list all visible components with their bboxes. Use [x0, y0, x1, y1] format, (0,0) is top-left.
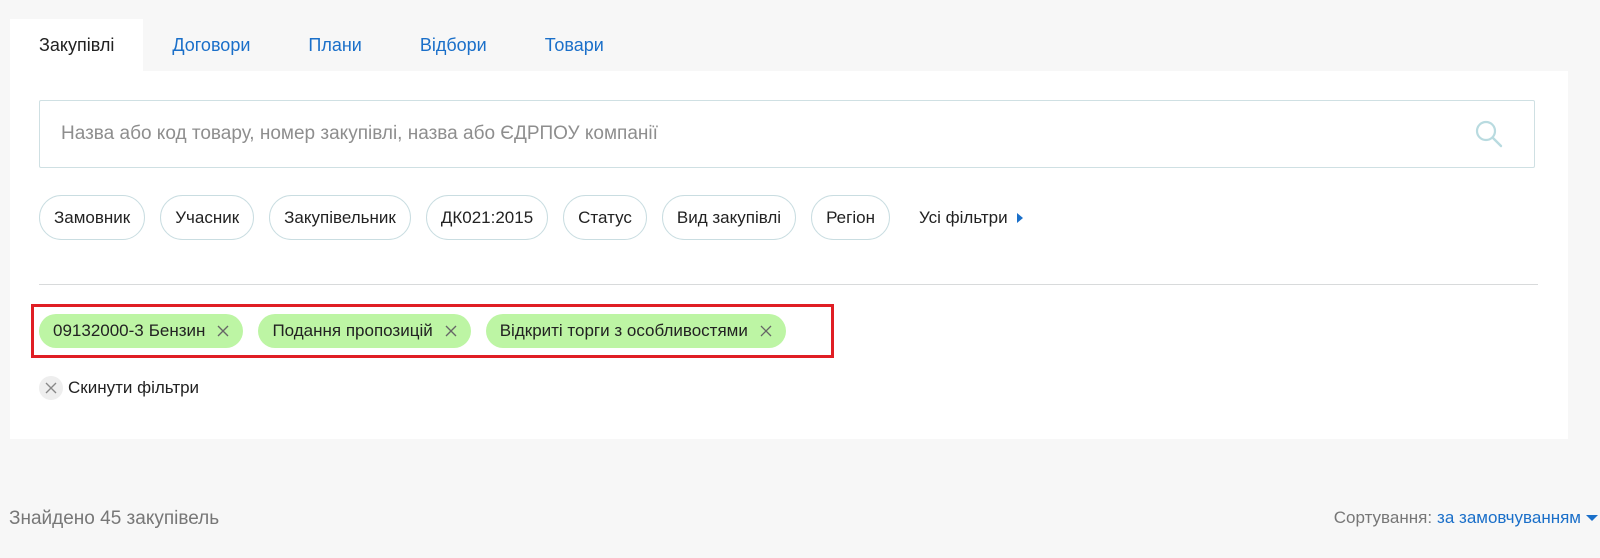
all-filters-label: Усі фільтри — [918, 207, 1008, 227]
applied-filter-tag: Відкриті торги з особливостями — [485, 314, 786, 348]
tab-tovary[interactable]: Товари — [516, 19, 633, 71]
results-count: Знайдено 45 закупівель — [9, 508, 220, 529]
filter-chips: Замовник Учасник Закупівельник ДК021:201… — [39, 195, 1023, 240]
applied-filters: 09132000-3 Бензин Подання пропозицій Від… — [39, 314, 801, 348]
close-icon[interactable] — [760, 325, 772, 337]
caret-right-icon — [1016, 212, 1023, 223]
divider — [39, 284, 1538, 285]
applied-filter-tag: Подання пропозицій — [258, 314, 471, 348]
filter-chip-region[interactable]: Регіон — [811, 195, 890, 240]
filter-chip-zamovnyk[interactable]: Замовник — [39, 195, 146, 240]
sort-control: Сортування: за замовчуванням — [1334, 508, 1598, 528]
tab-plany[interactable]: Плани — [279, 19, 390, 71]
search-box — [39, 100, 1535, 168]
search-panel: Замовник Учасник Закупівельник ДК021:201… — [10, 71, 1568, 439]
search-icon[interactable] — [1474, 119, 1504, 149]
tab-zakupivli[interactable]: Закупівлі — [10, 19, 144, 71]
sort-dropdown[interactable]: за замовчуванням — [1437, 508, 1581, 528]
chevron-down-icon[interactable] — [1586, 515, 1598, 521]
close-icon[interactable] — [445, 325, 457, 337]
close-icon — [39, 376, 63, 400]
all-filters-link[interactable]: Усі фільтри — [919, 208, 1023, 228]
filter-chip-status[interactable]: Статус — [563, 195, 647, 240]
filter-chip-dk021[interactable]: ДК021:2015 — [425, 195, 549, 240]
applied-filter-label: Відкриті торги з особливостями — [499, 321, 748, 340]
filter-chip-procurement-type[interactable]: Вид закупівлі — [661, 195, 797, 240]
filter-chip-uchasnyk[interactable]: Учасник — [160, 195, 255, 240]
applied-filter-code: 09132000-3 — [53, 321, 144, 340]
applied-filter-tag: 09132000-3 Бензин — [39, 314, 244, 348]
tab-dohovory[interactable]: Договори — [143, 19, 279, 71]
reset-filters-label: Скинути фільтри — [68, 378, 200, 397]
tab-vidbory[interactable]: Відбори — [391, 19, 516, 71]
search-input[interactable] — [59, 113, 1474, 155]
close-icon[interactable] — [217, 325, 229, 337]
tab-bar: Закупівлі Договори Плани Відбори Товари — [10, 19, 633, 71]
reset-filters-button[interactable]: Скинути фільтри — [39, 376, 199, 400]
applied-filter-label: Подання пропозицій — [272, 321, 433, 340]
filter-chip-zakupivelnyk[interactable]: Закупівельник — [269, 195, 411, 240]
applied-filter-label: Бензин — [148, 321, 206, 340]
sort-label: Сортування: — [1333, 508, 1433, 527]
